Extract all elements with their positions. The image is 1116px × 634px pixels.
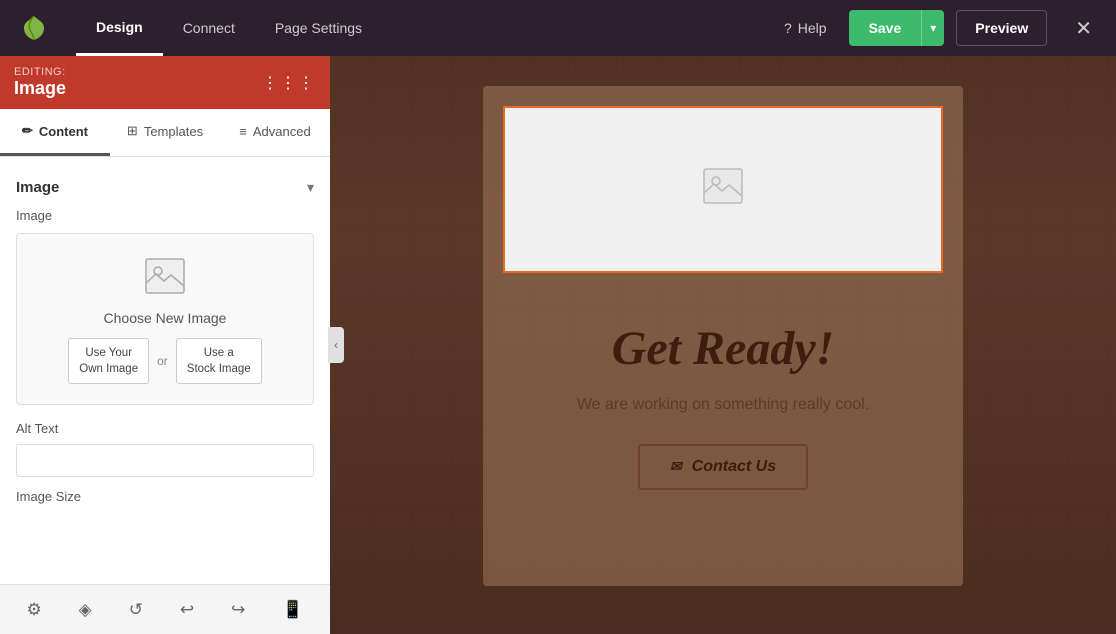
selected-image-element[interactable] <box>503 106 943 273</box>
choose-image-label: Choose New Image <box>104 310 227 326</box>
advanced-tab-icon: ≡ <box>239 124 247 139</box>
save-button[interactable]: Save <box>849 10 922 46</box>
sidebar: EDITING: Image ⋮⋮⋮ ✏ Content ⊞ Templates… <box>0 56 330 634</box>
image-inner <box>505 108 941 271</box>
page-content: Get Ready! We are working on something r… <box>483 293 963 530</box>
close-button[interactable]: ✕ <box>1067 12 1100 45</box>
tab-advanced[interactable]: ≡ Advanced <box>220 109 330 156</box>
save-dropdown-button[interactable]: ▾ <box>921 10 944 46</box>
alt-text-input[interactable] <box>16 444 314 477</box>
tab-content[interactable]: ✏ Content <box>0 109 110 156</box>
settings-icon[interactable]: ⚙ <box>18 592 49 628</box>
topbar: Design Connect Page Settings ? Help Save… <box>0 0 1116 56</box>
editing-title-group: EDITING: Image <box>14 66 66 99</box>
image-upload-box[interactable]: Choose New Image Use Your Own Image or U… <box>16 233 314 405</box>
app-logo <box>16 10 52 46</box>
alt-text-label: Alt Text <box>16 421 314 436</box>
templates-tab-icon: ⊞ <box>127 123 138 139</box>
save-btn-group: Save ▾ <box>849 10 945 46</box>
help-button[interactable]: ? Help <box>774 14 837 42</box>
help-icon: ? <box>784 20 792 36</box>
sidebar-content: Image ▾ Image Choose New Image Use Your … <box>0 157 330 584</box>
sidebar-tabs: ✏ Content ⊞ Templates ≡ Advanced <box>0 109 330 157</box>
tab-templates[interactable]: ⊞ Templates <box>110 109 220 156</box>
mobile-icon[interactable]: 📱 <box>274 592 311 628</box>
envelope-icon: ✉ <box>670 458 682 475</box>
preview-button[interactable]: Preview <box>956 10 1047 46</box>
use-own-image-button[interactable]: Use Your Own Image <box>68 338 149 384</box>
content-tab-icon: ✏ <box>22 123 33 139</box>
topbar-nav: Design Connect Page Settings <box>76 0 774 56</box>
section-collapse-icon[interactable]: ▾ <box>307 179 314 196</box>
image-section-title: Image <box>16 179 59 196</box>
nav-page-settings[interactable]: Page Settings <box>255 0 382 56</box>
image-size-label: Image Size <box>16 489 314 504</box>
editing-header: EDITING: Image ⋮⋮⋮ <box>0 56 330 109</box>
image-placeholder-icon <box>145 258 185 302</box>
or-separator: or <box>157 354 168 368</box>
main-area: EDITING: Image ⋮⋮⋮ ✏ Content ⊞ Templates… <box>0 56 1116 634</box>
layers-icon[interactable]: ◈ <box>71 592 100 628</box>
use-stock-image-button[interactable]: Use a Stock Image <box>176 338 262 384</box>
page-card: Get Ready! We are working on something r… <box>483 86 963 586</box>
nav-design[interactable]: Design <box>76 0 163 56</box>
topbar-right: ? Help Save ▾ Preview ✕ <box>774 10 1100 46</box>
image-section-header: Image ▾ <box>16 173 314 208</box>
undo-icon[interactable]: ↩ <box>172 592 202 628</box>
editing-dots-menu[interactable]: ⋮⋮⋮ <box>262 73 316 93</box>
canvas-image-placeholder-icon <box>703 168 743 211</box>
canvas-area: Get Ready! We are working on something r… <box>330 56 1116 634</box>
history-icon[interactable]: ↺ <box>121 592 151 628</box>
contact-us-button[interactable]: ✉ Contact Us <box>638 444 808 490</box>
get-ready-heading: Get Ready! <box>523 323 923 376</box>
editing-label: EDITING: <box>14 66 66 78</box>
nav-connect[interactable]: Connect <box>163 0 255 56</box>
image-field-label: Image <box>16 208 314 223</box>
sidebar-bottom-toolbar: ⚙ ◈ ↺ ↩ ↪ 📱 <box>0 584 330 634</box>
editing-element-title: Image <box>14 78 66 99</box>
subtitle-text: We are working on something really cool. <box>523 396 923 414</box>
redo-icon[interactable]: ↪ <box>223 592 253 628</box>
image-btn-row: Use Your Own Image or Use a Stock Image <box>68 338 261 384</box>
sidebar-collapse-handle[interactable]: ‹ <box>328 327 344 363</box>
